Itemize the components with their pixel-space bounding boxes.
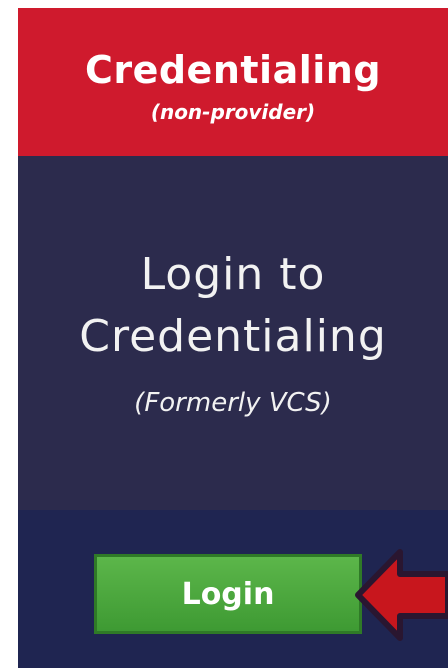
- header-banner: Credentialing (non-provider): [18, 8, 448, 156]
- login-info-panel: Login to Credentialing (Formerly VCS): [18, 156, 448, 510]
- login-footer: Login: [18, 510, 448, 668]
- login-button[interactable]: Login: [94, 554, 362, 634]
- credentialing-card: Credentialing (non-provider) Login to Cr…: [18, 8, 448, 668]
- login-heading-line2: Credentialing: [79, 311, 387, 362]
- header-title: Credentialing: [84, 48, 382, 92]
- header-subtitle: (non-provider): [150, 100, 316, 124]
- arrow-left-icon: [355, 549, 448, 641]
- formerly-label: (Formerly VCS): [134, 388, 332, 418]
- login-heading: Login to Credentialing: [18, 244, 448, 368]
- login-heading-line1: Login to: [140, 249, 326, 300]
